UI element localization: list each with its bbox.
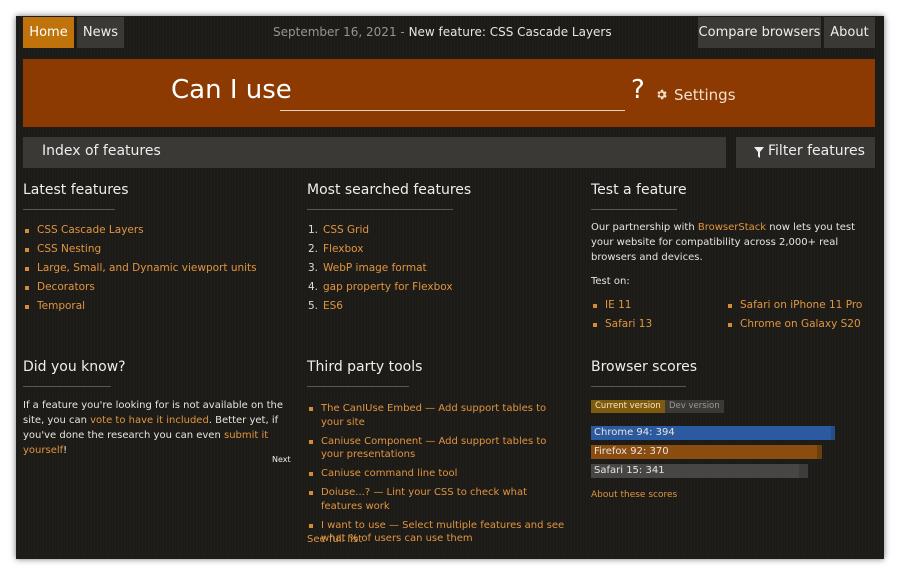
- filter-icon: [754, 147, 764, 158]
- did-you-know-text: If a feature you're looking for is not a…: [23, 400, 284, 456]
- search-help-question[interactable]: ?: [631, 75, 645, 105]
- nav-news[interactable]: News: [77, 17, 124, 48]
- latest-features-list: CSS Cascade Layers CSS Nesting Large, Sm…: [23, 221, 257, 316]
- next-button[interactable]: Next: [272, 455, 291, 464]
- list-item[interactable]: Doiuse...? — Lint your CSS to check what…: [307, 486, 567, 513]
- index-of-features-label: Index of features: [42, 143, 161, 159]
- list-item[interactable]: Caniuse Component — Add support tables t…: [307, 435, 567, 462]
- search-label: Can I use: [171, 75, 292, 105]
- heading-rule: [307, 209, 453, 210]
- test-feature-text: Our partnership with BrowserStack now le…: [591, 222, 856, 263]
- list-item[interactable]: 1. CSS Grid: [308, 221, 453, 240]
- list-item[interactable]: 4. gap property for Flexbox: [308, 278, 453, 297]
- most-searched-heading: Most searched features: [307, 182, 472, 198]
- most-searched-list: 1. CSS Grid 2. Flexbox 3. WebP image format…: [308, 221, 453, 316]
- score-bar-label: Chrome 94: 394: [594, 427, 675, 438]
- search-input[interactable]: [280, 83, 625, 111]
- list-item[interactable]: Decorators: [23, 278, 257, 297]
- latest-features-heading: Latest features: [23, 182, 129, 198]
- test-feature-heading: Test a feature: [591, 182, 687, 198]
- test-browsers-left: IE 11 Safari 13: [591, 296, 652, 334]
- list-item[interactable]: Caniuse command line tool: [307, 467, 567, 481]
- tab-dev-version[interactable]: Dev version: [665, 400, 724, 413]
- announcement-link[interactable]: New feature: CSS Cascade Layers: [409, 25, 612, 39]
- heading-rule: [591, 209, 677, 210]
- list-item[interactable]: IE 11: [591, 296, 652, 315]
- heading-rule: [23, 209, 115, 210]
- nav-about[interactable]: About: [824, 17, 875, 48]
- search-hero: Can I use ? Settings: [23, 59, 875, 127]
- filter-features-label: Filter features: [768, 143, 865, 159]
- heading-rule: [307, 386, 409, 387]
- third-party-tools-heading: Third party tools: [307, 359, 423, 375]
- nav-home[interactable]: Home: [23, 17, 74, 48]
- announcement-separator: -: [396, 25, 409, 39]
- third-party-tools-list: The CanIUse Embed — Add support tables t…: [307, 402, 567, 551]
- tab-current-version[interactable]: Current version: [591, 400, 665, 413]
- announcement: September 16, 2021 - New feature: CSS Ca…: [273, 17, 612, 48]
- did-you-know-heading: Did you know?: [23, 359, 126, 375]
- list-item[interactable]: Safari on iPhone 11 Pro: [726, 296, 862, 315]
- heading-rule: [23, 386, 111, 387]
- list-item[interactable]: 2. Flexbox: [308, 240, 453, 259]
- score-bar: Firefox 92: 370: [591, 445, 822, 459]
- heading-rule: [591, 386, 686, 387]
- score-bar-label: Firefox 92: 370: [594, 446, 669, 457]
- list-item[interactable]: Temporal: [23, 297, 257, 316]
- list-item[interactable]: Chrome on Galaxy S20: [726, 315, 862, 334]
- test-browsers-right: Safari on iPhone 11 Pro Chrome on Galaxy…: [726, 296, 862, 334]
- page-frame: Home News September 16, 2021 - New featu…: [16, 16, 884, 559]
- score-bar-label: Safari 15: 341: [594, 465, 665, 476]
- settings-button[interactable]: Settings: [655, 86, 736, 104]
- list-item[interactable]: 3. WebP image format: [308, 259, 453, 278]
- announcement-date: September 16, 2021: [273, 25, 397, 39]
- test-on-label: Test on:: [591, 276, 630, 287]
- list-item[interactable]: CSS Nesting: [23, 240, 257, 259]
- list-item[interactable]: CSS Cascade Layers: [23, 221, 257, 240]
- nav-compare-browsers[interactable]: Compare browsers: [698, 17, 821, 48]
- score-bar: Chrome 94: 394: [591, 426, 835, 440]
- browser-scores-heading: Browser scores: [591, 359, 698, 375]
- see-full-list-link[interactable]: See full list: [307, 534, 362, 545]
- score-bar: Safari 15: 341: [591, 464, 808, 478]
- list-item[interactable]: 5. ES6: [308, 297, 453, 316]
- filter-features-button[interactable]: Filter features: [736, 137, 875, 168]
- settings-label: Settings: [674, 86, 736, 104]
- vote-link[interactable]: vote to have it included: [90, 415, 209, 426]
- browserstack-link[interactable]: BrowserStack: [698, 222, 766, 233]
- gear-icon: [657, 89, 667, 100]
- about-scores-link[interactable]: About these scores: [591, 490, 677, 500]
- list-item[interactable]: Large, Small, and Dynamic viewport units: [23, 259, 257, 278]
- list-item[interactable]: Safari 13: [591, 315, 652, 334]
- index-of-features-button[interactable]: Index of features: [23, 137, 726, 168]
- list-item[interactable]: The CanIUse Embed — Add support tables t…: [307, 402, 567, 429]
